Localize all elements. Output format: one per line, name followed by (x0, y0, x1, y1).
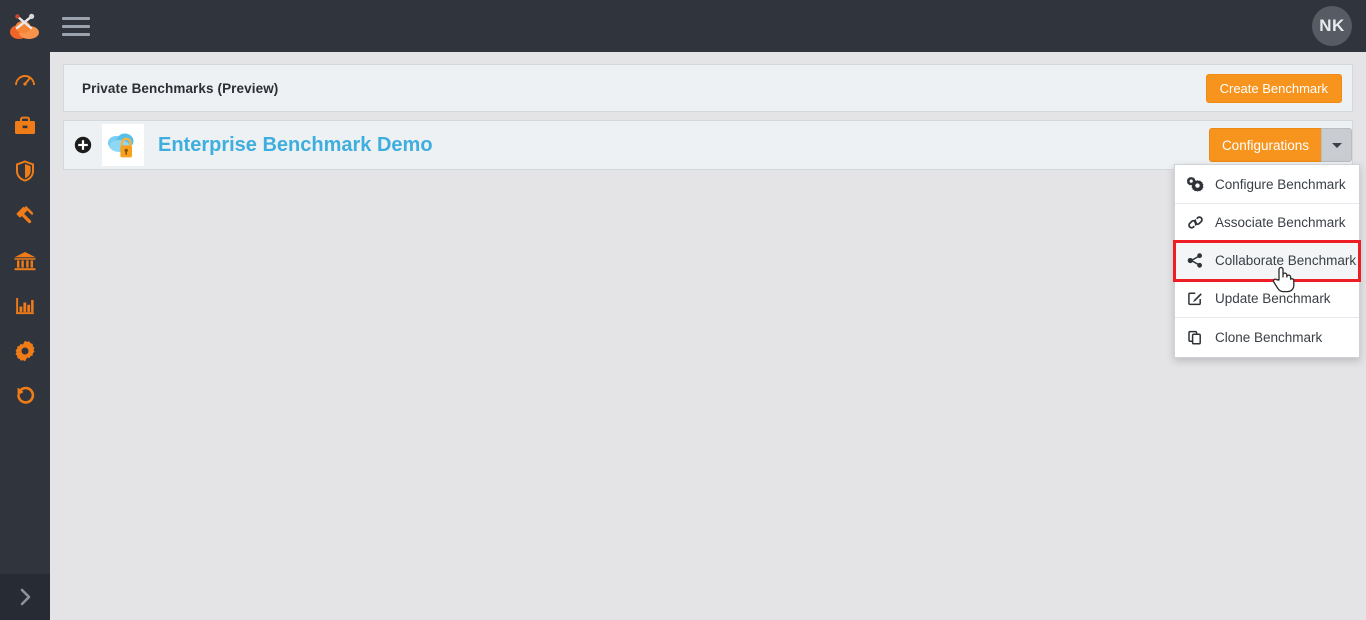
sidebar-item-security[interactable] (0, 148, 50, 193)
history-undo-icon (17, 386, 35, 404)
sidebar-item-settings[interactable] (0, 328, 50, 373)
benchmark-row: Enterprise Benchmark Demo Configurations (63, 120, 1353, 170)
menu-item-label: Configure Benchmark (1215, 177, 1346, 192)
cloud-lock-icon (108, 133, 134, 158)
gear-icon (15, 340, 35, 361)
gavel-icon (16, 205, 34, 223)
hamburger-menu-icon[interactable] (62, 13, 92, 39)
sidebar-item-institutions[interactable] (0, 238, 50, 283)
configurations-split-button: Configurations (1208, 128, 1352, 162)
sidebar-collapse-toggle[interactable] (0, 574, 50, 620)
hamburger-line (62, 32, 90, 36)
menu-item-configure-benchmark[interactable]: Configure Benchmark (1175, 166, 1359, 204)
share-alt-icon (1187, 253, 1207, 268)
menu-item-update-benchmark[interactable]: Update Benchmark (1175, 280, 1359, 318)
cloud-tools-logo-icon (10, 13, 39, 39)
menu-item-clone-benchmark[interactable]: Clone Benchmark (1175, 318, 1359, 356)
main-content: Private Benchmarks (Preview) Create Benc… (50, 52, 1366, 620)
page-title: Private Benchmarks (Preview) (82, 80, 279, 96)
create-benchmark-button[interactable]: Create Benchmark (1205, 74, 1342, 103)
cogs-icon (1187, 177, 1207, 192)
hamburger-line (62, 24, 90, 28)
sidebar-item-dashboard[interactable] (0, 58, 50, 103)
configurations-dropdown-menu: Configure Benchmark Associate Benchmark (1173, 164, 1361, 358)
bar-chart-icon (16, 297, 34, 314)
sidebar-item-portfolio[interactable] (0, 103, 50, 148)
menu-item-label: Clone Benchmark (1215, 329, 1323, 345)
sidebar-item-history[interactable] (0, 373, 50, 418)
top-bar: NK (0, 0, 1366, 52)
expand-row-toggle[interactable] (72, 134, 94, 156)
hamburger-line (62, 16, 90, 20)
avatar[interactable]: NK (1312, 6, 1352, 46)
configurations-dropdown-toggle[interactable] (1321, 128, 1352, 162)
menu-item-label: Update Benchmark (1215, 291, 1331, 306)
speedometer-dashboard-icon (15, 74, 35, 86)
benchmark-thumbnail (102, 124, 144, 166)
chevron-right-icon (20, 588, 31, 606)
sidebar (0, 52, 50, 620)
shield-icon (16, 159, 34, 182)
menu-item-label: Associate Benchmark (1215, 215, 1346, 230)
link-chain-icon (1187, 215, 1207, 230)
configurations-button[interactable]: Configurations (1208, 128, 1321, 162)
bank-institution-icon (14, 251, 36, 270)
briefcase-icon (15, 116, 35, 134)
pen-square-icon (1187, 291, 1207, 306)
benchmark-name-link[interactable]: Enterprise Benchmark Demo (158, 134, 433, 157)
menu-item-collaborate-benchmark[interactable]: Collaborate Benchmark (1173, 240, 1361, 282)
menu-item-label: Collaborate Benchmark (1215, 253, 1357, 268)
menu-item-associate-benchmark[interactable]: Associate Benchmark (1175, 204, 1359, 242)
caret-down-icon (1331, 142, 1342, 148)
copy-clone-icon (1187, 330, 1207, 345)
sidebar-item-compliance[interactable] (0, 193, 50, 238)
sidebar-item-reports[interactable] (0, 283, 50, 328)
app-logo[interactable] (0, 0, 50, 52)
plus-circle-icon (74, 136, 92, 154)
page-header-panel: Private Benchmarks (Preview) Create Benc… (63, 64, 1353, 112)
